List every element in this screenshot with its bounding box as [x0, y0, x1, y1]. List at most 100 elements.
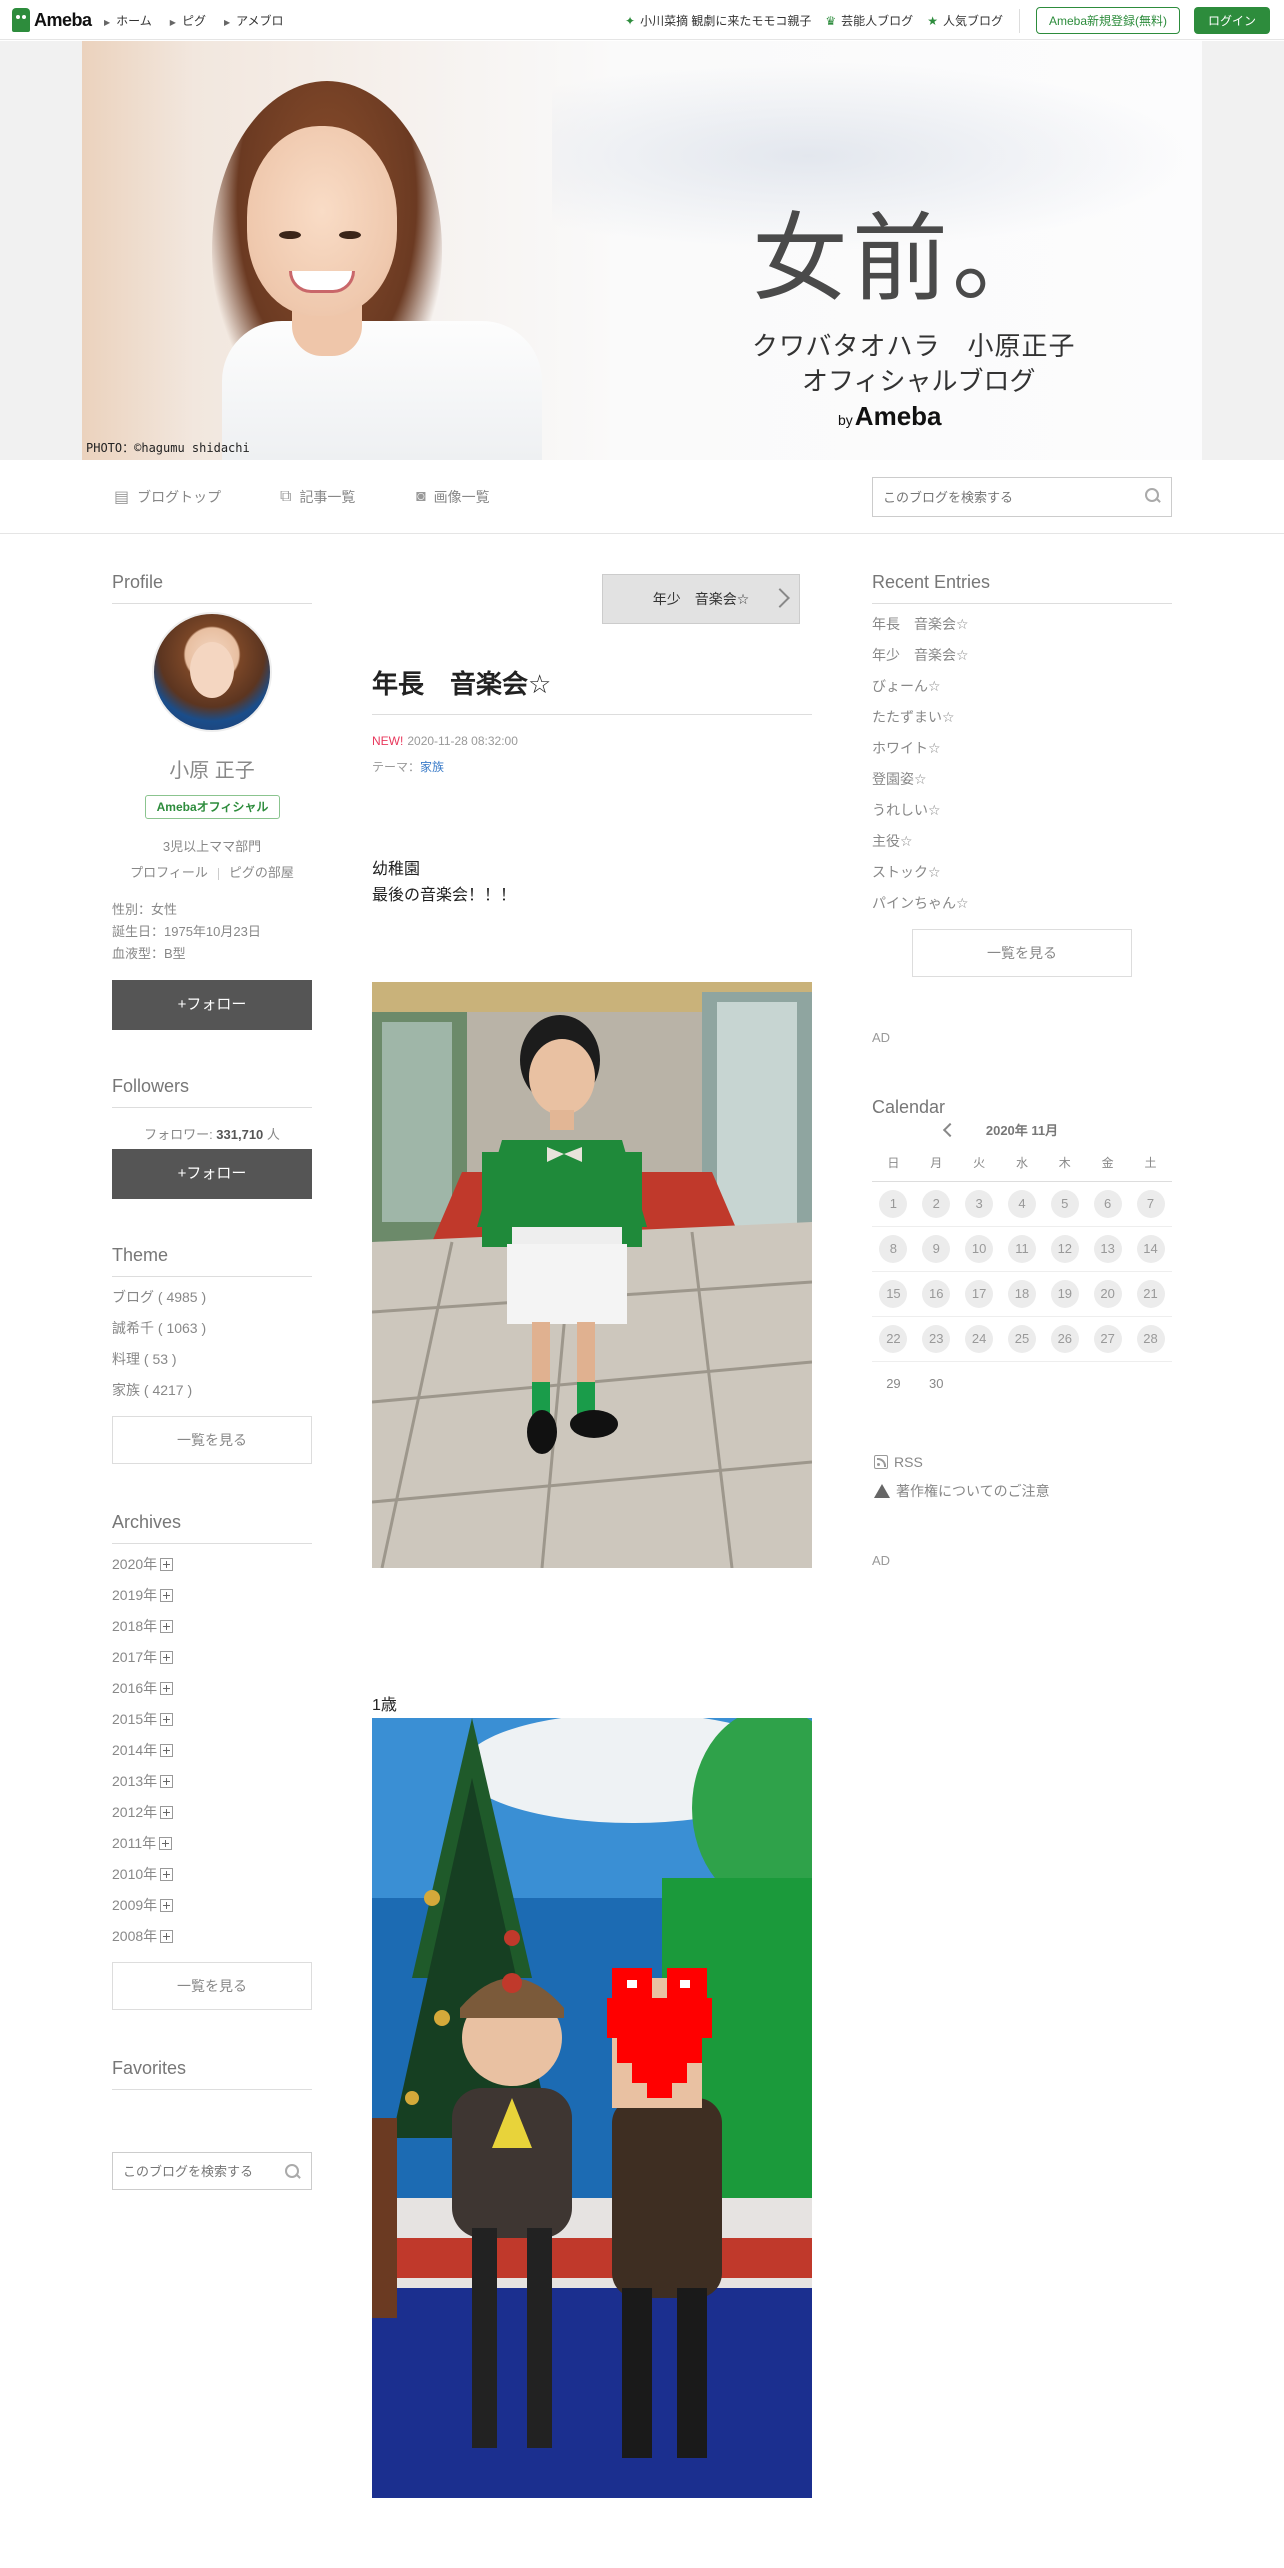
rss-link[interactable]: RSS: [874, 1454, 923, 1470]
avatar[interactable]: [152, 612, 272, 732]
recent-entry-link[interactable]: 主役☆: [872, 826, 969, 857]
nav-home[interactable]: ▶ ホーム: [104, 12, 152, 29]
theme-more-button[interactable]: 一覧を見る: [112, 1416, 312, 1464]
theme-item[interactable]: 料理 ( 53 ): [112, 1344, 206, 1375]
calendar-day[interactable]: 15: [879, 1279, 908, 1308]
recent-entry-link[interactable]: パインちゃん☆: [872, 888, 969, 919]
archive-item[interactable]: 2020年: [112, 1549, 174, 1580]
expand-icon[interactable]: [160, 1713, 174, 1726]
calendar-day[interactable]: 20: [1093, 1279, 1122, 1308]
expand-icon[interactable]: [160, 1558, 174, 1571]
recent-entry-link[interactable]: 年少 音楽会☆: [872, 640, 969, 671]
theme-link[interactable]: 家族: [420, 760, 444, 774]
calendar-day[interactable]: 4: [1007, 1189, 1036, 1218]
copyright-notice-link[interactable]: 著作権についてのご注意: [874, 1481, 1050, 1501]
calendar-day[interactable]: 3: [965, 1189, 994, 1218]
recent-entry-link[interactable]: うれしい☆: [872, 795, 969, 826]
recent-entry-link[interactable]: ホワイト☆: [872, 733, 969, 764]
expand-icon[interactable]: [160, 1744, 174, 1757]
archive-item[interactable]: 2019年: [112, 1580, 174, 1611]
calendar-day[interactable]: 22: [879, 1324, 908, 1353]
archives-more-button[interactable]: 一覧を見る: [112, 1962, 312, 2010]
theme-item[interactable]: 誠希千 ( 1063 ): [112, 1313, 206, 1344]
search-icon[interactable]: [285, 2164, 301, 2180]
calendar-day[interactable]: 18: [1007, 1279, 1036, 1308]
theme-item[interactable]: ブログ ( 4985 ): [112, 1282, 206, 1313]
archive-item[interactable]: 2017年: [112, 1642, 174, 1673]
calendar-day[interactable]: 13: [1093, 1234, 1122, 1263]
calendar-day[interactable]: 14: [1136, 1234, 1165, 1263]
calendar-day[interactable]: 7: [1136, 1189, 1165, 1218]
calendar-day[interactable]: 10: [965, 1234, 994, 1263]
header-image[interactable]: 女前。 クワバタオハラ 小原正子 オフィシャルブログ byAmeba PHOTO…: [82, 41, 1202, 460]
calendar-day[interactable]: 2: [922, 1189, 951, 1218]
follower-count[interactable]: フォロワー: 331,710 人: [112, 1124, 312, 1143]
calendar-day[interactable]: 1: [879, 1189, 908, 1218]
archive-item[interactable]: 2011年: [112, 1828, 173, 1859]
archive-item[interactable]: 2018年: [112, 1611, 174, 1642]
entry-title[interactable]: 年長 音楽会☆: [372, 664, 551, 701]
archive-item[interactable]: 2014年: [112, 1735, 174, 1766]
archive-item[interactable]: 2008年: [112, 1921, 174, 1952]
calendar-day[interactable]: 5: [1050, 1189, 1079, 1218]
search-icon[interactable]: [1145, 488, 1161, 504]
promo-link-popular[interactable]: ★ 人気ブログ: [927, 12, 1003, 29]
nav-image-list[interactable]: ◙ 画像一覧: [416, 487, 490, 507]
ameba-logo[interactable]: Ameba: [12, 8, 92, 32]
expand-icon[interactable]: [160, 1930, 174, 1943]
recent-entry-link[interactable]: ストック☆: [872, 857, 969, 888]
recent-entry-link[interactable]: 登園姿☆: [872, 764, 969, 795]
calendar-day[interactable]: 23: [922, 1324, 951, 1353]
expand-icon[interactable]: [160, 1806, 174, 1819]
calendar-day[interactable]: 8: [879, 1234, 908, 1263]
calendar-day[interactable]: 28: [1136, 1324, 1165, 1353]
archive-item[interactable]: 2015年: [112, 1704, 174, 1735]
calendar-day[interactable]: 11: [1007, 1234, 1036, 1263]
profile-link[interactable]: プロフィール: [130, 865, 208, 880]
calendar-day[interactable]: 12: [1050, 1234, 1079, 1263]
expand-icon[interactable]: [160, 1589, 174, 1602]
previous-entry-button[interactable]: 年少 音楽会☆: [602, 574, 800, 624]
expand-icon[interactable]: [160, 1682, 174, 1695]
blog-search-input[interactable]: [873, 478, 1171, 516]
pigg-room-link[interactable]: ピグの部屋: [229, 865, 294, 880]
expand-icon[interactable]: [160, 1868, 174, 1881]
recent-entry-link[interactable]: たたずまい☆: [872, 702, 969, 733]
entry-photo[interactable]: [372, 1718, 812, 2498]
profile-name[interactable]: 小原 正子: [112, 754, 312, 783]
sidebar-search-input[interactable]: [113, 2153, 311, 2189]
nav-entry-list[interactable]: ⧉ 記事一覧: [280, 487, 355, 507]
recent-entry-link[interactable]: 年長 音楽会☆: [872, 609, 969, 640]
login-button[interactable]: ログイン: [1193, 7, 1270, 34]
calendar-day[interactable]: 9: [922, 1234, 951, 1263]
nav-pigg[interactable]: ▶ ピグ: [170, 12, 206, 29]
expand-icon[interactable]: [159, 1837, 173, 1850]
calendar-day[interactable]: 17: [965, 1279, 994, 1308]
calendar-day[interactable]: 27: [1093, 1324, 1122, 1353]
nav-ameblo[interactable]: ▶ アメブロ: [224, 12, 284, 29]
follow-button[interactable]: +フォロー: [112, 1149, 312, 1199]
archive-item[interactable]: 2010年: [112, 1859, 174, 1890]
recent-more-button[interactable]: 一覧を見る: [912, 929, 1132, 977]
archive-item[interactable]: 2009年: [112, 1890, 174, 1921]
nav-blog-top[interactable]: ▤ ブログトップ: [114, 487, 221, 507]
archive-item[interactable]: 2013年: [112, 1766, 174, 1797]
calendar-day[interactable]: 24: [965, 1324, 994, 1353]
expand-icon[interactable]: [160, 1651, 174, 1664]
signup-button[interactable]: Ameba新規登録(無料): [1035, 7, 1180, 34]
expand-icon[interactable]: [160, 1899, 174, 1912]
promo-link-1[interactable]: ✦ 小川菜摘 観劇に来たモモコ親子: [625, 12, 811, 29]
recent-entry-link[interactable]: びょーん☆: [872, 671, 969, 702]
expand-icon[interactable]: [160, 1775, 174, 1788]
calendar-day[interactable]: 25: [1007, 1324, 1036, 1353]
archive-item[interactable]: 2016年: [112, 1673, 174, 1704]
calendar-day[interactable]: 16: [922, 1279, 951, 1308]
calendar-day[interactable]: 19: [1050, 1279, 1079, 1308]
follow-button[interactable]: +フォロー: [112, 980, 312, 1030]
calendar-day[interactable]: 6: [1093, 1189, 1122, 1218]
promo-link-celebrity[interactable]: ♛ 芸能人ブログ: [825, 12, 913, 29]
calendar-day[interactable]: 21: [1136, 1279, 1165, 1308]
expand-icon[interactable]: [160, 1620, 174, 1633]
theme-item[interactable]: 家族 ( 4217 ): [112, 1375, 206, 1406]
archive-item[interactable]: 2012年: [112, 1797, 174, 1828]
